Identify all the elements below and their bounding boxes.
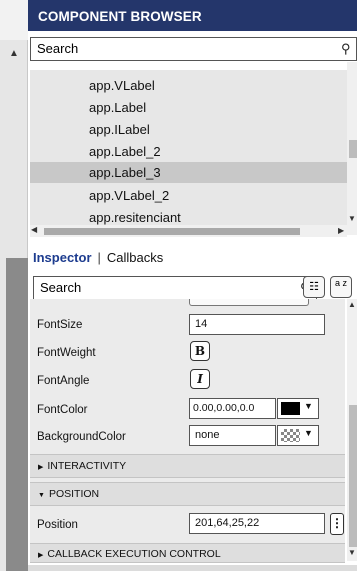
fontsize-label: FontSize xyxy=(37,319,83,331)
tab-inspector[interactable]: Inspector xyxy=(33,250,92,265)
scroll-down-arrow-icon[interactable]: ▼ xyxy=(348,548,356,557)
component-list-scroll-thumb[interactable] xyxy=(349,140,357,158)
sort-az-label: a z xyxy=(334,278,347,288)
left-panel-splitter[interactable] xyxy=(6,258,28,571)
position-field[interactable]: 201,64,25,22 xyxy=(189,513,325,534)
scroll-left-arrow-icon[interactable]: ◀ xyxy=(31,225,37,234)
list-item[interactable]: app.VLabel_2 xyxy=(30,185,347,206)
section-interactivity-label: INTERACTIVITY xyxy=(47,460,127,472)
backgroundcolor-field[interactable]: none xyxy=(189,425,276,446)
section-callback-label: CALLBACK EXECUTION CONTROL xyxy=(47,548,221,560)
color-swatch xyxy=(281,402,300,415)
fontcolor-label: FontColor xyxy=(37,404,88,416)
scroll-right-arrow-icon[interactable]: ▶ xyxy=(338,226,344,235)
collapse-down-icon: ▼ xyxy=(38,492,45,499)
tab-callbacks[interactable]: Callbacks xyxy=(107,250,163,265)
section-position-label: POSITION xyxy=(48,488,100,500)
list-item-selected[interactable]: app.Label_3 xyxy=(30,162,347,183)
section-interactivity[interactable]: ▶ INTERACTIVITY xyxy=(30,454,345,478)
tab-separator: | xyxy=(97,250,101,265)
left-panel-strip-top xyxy=(0,0,28,40)
expand-right-icon: ▶ xyxy=(38,464,44,471)
property-search-input[interactable]: Search ⚲ xyxy=(33,276,317,300)
bold-toggle-button[interactable]: B xyxy=(190,341,210,361)
scroll-down-arrow-icon[interactable]: ▼ xyxy=(348,214,356,223)
list-item[interactable]: app.Label xyxy=(30,97,347,118)
list-tree-icon[interactable]: ☷ xyxy=(303,276,325,298)
position-label: Position xyxy=(37,519,78,531)
component-browser-title: COMPONENT BROWSER xyxy=(28,0,357,31)
backgroundcolor-picker[interactable]: ▼ xyxy=(277,425,319,446)
list-item[interactable]: app.Label_2 xyxy=(30,141,347,162)
section-callback-execution-control[interactable]: ▶ CALLBACK EXECUTION CONTROL xyxy=(30,543,345,563)
italic-toggle-button[interactable]: I xyxy=(190,369,210,389)
previous-field-edge xyxy=(189,299,309,306)
transparent-swatch-icon xyxy=(281,429,300,442)
component-search-text: Search xyxy=(37,41,79,56)
scroll-up-arrow-icon[interactable]: ▲ xyxy=(348,300,356,309)
collapse-up-arrow-icon[interactable]: ▲ xyxy=(9,48,19,59)
list-item[interactable]: app.ILabel xyxy=(30,119,347,140)
component-list: app.VLabel app.Label app.ILabel app.Labe… xyxy=(30,70,347,235)
fontsize-field[interactable]: 14 xyxy=(189,314,325,335)
fontcolor-field[interactable]: 0.00,0.00,0.0 xyxy=(189,398,276,419)
fontcolor-picker[interactable]: ▼ xyxy=(277,398,319,419)
section-position[interactable]: ▼ POSITION xyxy=(30,482,345,506)
bottom-edge xyxy=(28,565,357,571)
inspector-tabs: Inspector | Callbacks xyxy=(33,250,163,265)
chevron-down-icon: ▼ xyxy=(304,428,313,438)
position-editor-button[interactable]: ⋮ xyxy=(330,513,344,535)
fontweight-label: FontWeight xyxy=(37,347,96,359)
property-search-text: Search xyxy=(40,280,82,295)
backgroundcolor-label: BackgroundColor xyxy=(37,431,126,443)
component-search-input[interactable]: Search ⚲ xyxy=(30,37,357,61)
component-list-horizontal-thumb[interactable] xyxy=(44,228,300,235)
fontangle-label: FontAngle xyxy=(37,375,90,387)
expand-right-icon: ▶ xyxy=(38,552,44,559)
sort-az-icon[interactable]: a z xyxy=(330,276,352,298)
list-item[interactable]: app.VLabel xyxy=(30,75,347,96)
inspector-scroll-thumb[interactable] xyxy=(349,405,357,547)
search-icon[interactable]: ⚲ xyxy=(341,41,351,57)
chevron-down-icon: ▼ xyxy=(304,401,313,411)
